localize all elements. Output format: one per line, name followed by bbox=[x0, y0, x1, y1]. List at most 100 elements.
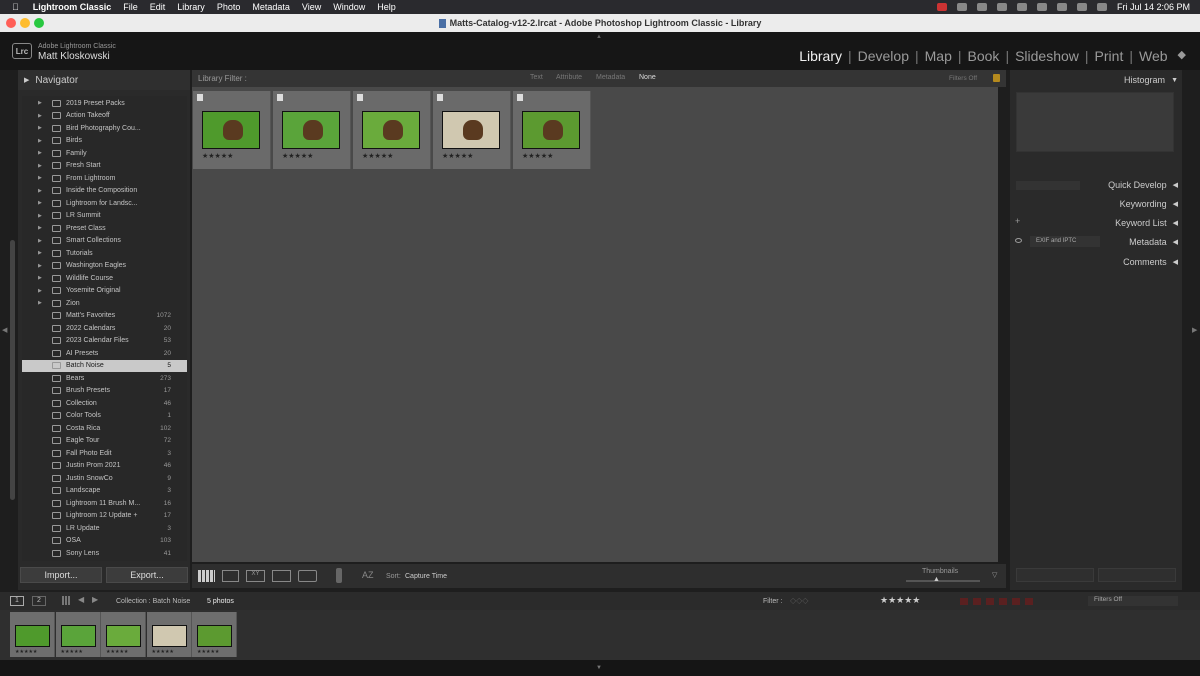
metadata-preset-select[interactable]: EXIF and IPTC bbox=[1030, 236, 1100, 247]
module-develop[interactable]: Develop bbox=[858, 48, 909, 64]
collection-item[interactable]: Batch Noise 5 bbox=[22, 359, 187, 372]
star-rating[interactable]: ★★★★★ bbox=[362, 152, 393, 160]
forward-arrow-icon[interactable]: ▶ bbox=[92, 595, 98, 604]
thumbnail-size-slider[interactable] bbox=[906, 580, 980, 582]
collection-item[interactable]: Landscape 3 bbox=[22, 485, 187, 498]
flag-icon[interactable] bbox=[277, 94, 283, 101]
keyword-list-header[interactable]: Keyword List ◀ bbox=[1115, 218, 1178, 228]
close-window-button[interactable] bbox=[6, 18, 16, 28]
filmstrip-thumbnail[interactable]: ★★★★★ bbox=[10, 612, 55, 657]
collection-item[interactable]: Sony Lens 41 bbox=[22, 547, 187, 560]
collection-set-item[interactable]: ▶ Inside the Composition bbox=[22, 185, 187, 198]
collection-set-item[interactable]: ▶ Fresh Start bbox=[22, 160, 187, 173]
disclosure-triangle-icon[interactable]: ▶ bbox=[24, 76, 29, 84]
filmstrip-thumbnail[interactable]: ★★★★★ bbox=[101, 612, 146, 657]
disclosure-triangle-icon[interactable]: ▶ bbox=[38, 125, 42, 131]
lock-icon[interactable] bbox=[993, 74, 1000, 82]
menu-window[interactable]: Window bbox=[333, 2, 365, 12]
collection-set-item[interactable]: ▶ Birds bbox=[22, 135, 187, 148]
photo-thumbnail[interactable] bbox=[60, 625, 96, 647]
menu-help[interactable]: Help bbox=[377, 2, 396, 12]
collapse-right-panel-icon[interactable]: ▶ bbox=[1192, 326, 1197, 334]
export-button[interactable]: Export... bbox=[106, 567, 188, 583]
secondary-window-button[interactable]: 2 bbox=[32, 596, 46, 606]
module-print[interactable]: Print bbox=[1095, 48, 1124, 64]
app-menu[interactable]: Lightroom Classic bbox=[33, 2, 112, 12]
minimize-window-button[interactable] bbox=[20, 18, 30, 28]
star-rating[interactable]: ★★★★★ bbox=[202, 152, 233, 160]
disclosure-triangle-icon[interactable]: ▶ bbox=[38, 138, 42, 144]
disclosure-triangle-icon[interactable]: ▶ bbox=[38, 175, 42, 181]
collection-item[interactable]: Fall Photo Edit 3 bbox=[22, 447, 187, 460]
collection-set-item[interactable]: ▶ LR Summit bbox=[22, 210, 187, 223]
metadata-header[interactable]: Metadata ◀ bbox=[1129, 237, 1178, 247]
collapse-arrow-icon[interactable]: ◀ bbox=[1173, 200, 1178, 208]
collapse-arrow-icon[interactable]: ◀ bbox=[1173, 258, 1178, 266]
loupe-view-icon[interactable] bbox=[222, 570, 239, 582]
filter-text[interactable]: Text bbox=[530, 74, 543, 81]
flag-filter-icon[interactable]: ◇◇◇ bbox=[790, 596, 808, 605]
disclosure-triangle-icon[interactable]: ▶ bbox=[38, 288, 42, 294]
sync-settings-button[interactable] bbox=[1098, 568, 1176, 582]
saved-preset-select[interactable] bbox=[1016, 181, 1080, 190]
comments-header[interactable]: Comments ◀ bbox=[1123, 257, 1178, 267]
collection-set-item[interactable]: ▶ Yosemite Original bbox=[22, 285, 187, 298]
flag-icon[interactable] bbox=[437, 94, 443, 101]
collection-set-item[interactable]: ▶ Bird Photography Cou... bbox=[22, 122, 187, 135]
collection-item[interactable]: Collection 46 bbox=[22, 397, 187, 410]
disclosure-triangle-icon[interactable]: ▶ bbox=[38, 113, 42, 119]
wifi-icon[interactable] bbox=[1036, 3, 1047, 11]
collection-set-item[interactable]: ▶ From Lightroom bbox=[22, 172, 187, 185]
module-web[interactable]: Web bbox=[1139, 48, 1168, 64]
filmstrip-thumbnail[interactable]: ★★★★★ bbox=[146, 612, 192, 657]
collection-item[interactable]: AI Presets 20 bbox=[22, 347, 187, 360]
disclosure-triangle-icon[interactable]: ▶ bbox=[38, 263, 42, 269]
collapse-filmstrip-icon[interactable]: ▼ bbox=[596, 665, 602, 671]
disclosure-triangle-icon[interactable]: ▶ bbox=[38, 163, 42, 169]
disclosure-triangle-icon[interactable]: ▶ bbox=[38, 225, 42, 231]
module-slideshow[interactable]: Slideshow bbox=[1015, 48, 1079, 64]
collection-item[interactable]: 2022 Calendars 20 bbox=[22, 322, 187, 335]
eye-icon[interactable] bbox=[1015, 238, 1022, 243]
painter-icon[interactable] bbox=[336, 568, 342, 583]
collapse-arrow-icon[interactable]: ◀ bbox=[1173, 219, 1178, 227]
collection-item[interactable]: Lightroom 12 Update + 17 bbox=[22, 510, 187, 523]
collection-set-item[interactable]: ▶ Tutorials bbox=[22, 247, 187, 260]
search-icon[interactable] bbox=[1056, 3, 1067, 11]
quick-develop-header[interactable]: Quick Develop ◀ bbox=[1108, 180, 1178, 190]
collection-item[interactable]: Color Tools 1 bbox=[22, 410, 187, 423]
expand-histogram-icon[interactable]: ▼ bbox=[1171, 77, 1178, 84]
grid-icon[interactable] bbox=[62, 596, 71, 605]
collection-set-item[interactable]: ▶ Zion bbox=[22, 297, 187, 310]
photo-thumbnail[interactable] bbox=[106, 625, 141, 647]
collection-set-item[interactable]: ▶ Action Takeoff bbox=[22, 110, 187, 123]
disclosure-triangle-icon[interactable]: ▶ bbox=[38, 238, 42, 244]
back-arrow-icon[interactable]: ◀ bbox=[78, 595, 84, 604]
grid-thumbnail[interactable]: ★★★★★ bbox=[193, 91, 271, 169]
collection-item[interactable]: Justin SnowCo 9 bbox=[22, 472, 187, 485]
collection-item[interactable]: 2023 Calendar Files 53 bbox=[22, 335, 187, 348]
collection-item[interactable]: OSA 103 bbox=[22, 535, 187, 548]
module-map[interactable]: Map bbox=[925, 48, 952, 64]
disclosure-triangle-icon[interactable]: ▶ bbox=[38, 150, 42, 156]
flag-icon[interactable] bbox=[517, 94, 523, 101]
filter-attribute[interactable]: Attribute bbox=[556, 74, 582, 81]
photo-thumbnail[interactable] bbox=[151, 625, 187, 647]
collection-item[interactable]: Brush Presets 17 bbox=[22, 385, 187, 398]
collapse-left-panel-icon[interactable]: ◀ bbox=[2, 326, 7, 334]
battery-icon[interactable] bbox=[1016, 3, 1027, 11]
collapse-arrow-icon[interactable]: ◀ bbox=[1173, 181, 1178, 189]
cloud-icon[interactable] bbox=[956, 3, 967, 11]
apple-icon[interactable]:  bbox=[12, 2, 19, 12]
control-center-icon[interactable] bbox=[1076, 3, 1087, 11]
menu-library[interactable]: Library bbox=[177, 2, 205, 12]
menu-view[interactable]: View bbox=[302, 2, 321, 12]
menu-file[interactable]: File bbox=[123, 2, 138, 12]
collection-item[interactable]: Matt's Favorites 1072 bbox=[22, 310, 187, 323]
photo-thumbnail[interactable] bbox=[522, 111, 580, 149]
sort-direction-icon[interactable]: AZ bbox=[362, 570, 374, 580]
disclosure-triangle-icon[interactable]: ▶ bbox=[38, 100, 42, 106]
filter-preset-select[interactable]: Filters Off bbox=[1088, 596, 1178, 606]
collection-item[interactable]: Costa Rica 102 bbox=[22, 422, 187, 435]
siri-icon[interactable] bbox=[1096, 3, 1107, 11]
